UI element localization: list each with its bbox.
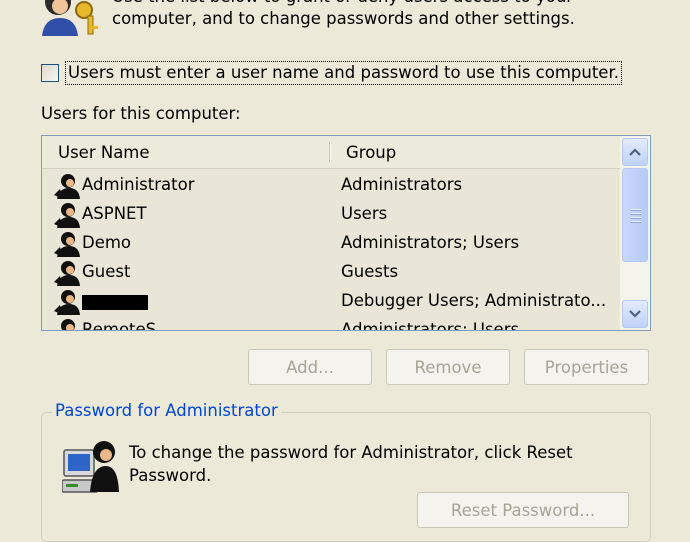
scroll-down-button[interactable]	[622, 300, 648, 328]
user-icon	[54, 290, 80, 315]
user-group: Administrators	[341, 175, 463, 194]
user-group: Guests	[341, 262, 399, 281]
table-row[interactable]: Guest Guests	[42, 258, 620, 287]
user-group: Administrators; Users	[341, 320, 520, 331]
users-list-label: Users for this computer:	[41, 104, 241, 123]
user-icon	[54, 261, 80, 286]
chevron-down-icon	[629, 310, 641, 318]
intro-line-2: computer, and to change passwords and ot…	[112, 9, 575, 28]
intro-text: Use the list below to grant or deny user…	[112, 0, 672, 30]
table-row[interactable]: Administrator Administrators	[42, 171, 620, 200]
intro-line-1: Use the list below to grant or deny user…	[112, 0, 672, 8]
user-icon	[54, 232, 80, 257]
column-header-user-name[interactable]: User Name	[58, 143, 150, 162]
user-name: ASPNET	[82, 204, 147, 223]
password-instructions: To change the password for Administrator…	[129, 441, 599, 487]
require-login-checkbox[interactable]	[41, 64, 59, 82]
user-group: Users	[341, 204, 388, 223]
column-divider[interactable]	[329, 142, 330, 162]
user-icon	[54, 174, 80, 199]
computer-user-icon	[62, 441, 119, 493]
table-row[interactable]: RemoteS... Administrators; Users	[42, 316, 620, 331]
user-name: RemoteS...	[82, 320, 172, 331]
user-icon	[61, 319, 75, 330]
table-row[interactable]: Debugger Users; Administrato...	[42, 287, 620, 316]
user-icon	[54, 203, 80, 228]
require-login-checkbox-row[interactable]: Users must enter a user name and passwor…	[41, 60, 622, 86]
reset-password-button[interactable]: Reset Password...	[417, 492, 629, 528]
user-name: Demo	[82, 233, 132, 252]
vertical-scrollbar[interactable]	[620, 136, 650, 330]
listview-header: User Name Group	[42, 136, 620, 169]
users-listview[interactable]: User Name Group Administrator Administra…	[41, 135, 651, 331]
user-group: Administrators; Users	[341, 233, 520, 252]
require-login-label[interactable]: Users must enter a user name and passwor…	[65, 61, 622, 85]
password-group-title: Password for Administrator	[52, 401, 281, 420]
remove-button[interactable]: Remove	[386, 349, 510, 385]
listview-body: Administrator Administrators ASPNET User…	[42, 169, 620, 331]
redacted-user-name	[82, 295, 148, 310]
table-row[interactable]: Demo Administrators; Users	[42, 229, 620, 258]
table-row[interactable]: ASPNET Users	[42, 200, 620, 229]
column-header-group[interactable]: Group	[346, 143, 396, 162]
scroll-thumb[interactable]	[622, 168, 648, 262]
chevron-up-icon	[629, 148, 641, 156]
password-text-line-2: Password.	[129, 466, 212, 485]
scroll-up-button[interactable]	[622, 138, 648, 166]
user-name: Administrator	[82, 175, 195, 194]
users-key-icon	[42, 0, 98, 36]
add-button[interactable]: Add...	[248, 349, 372, 385]
user-group: Debugger Users; Administrato...	[341, 291, 607, 310]
user-name: Guest	[82, 262, 131, 281]
properties-button[interactable]: Properties	[524, 349, 649, 385]
password-text-line-1: To change the password for Administrator…	[129, 443, 573, 462]
